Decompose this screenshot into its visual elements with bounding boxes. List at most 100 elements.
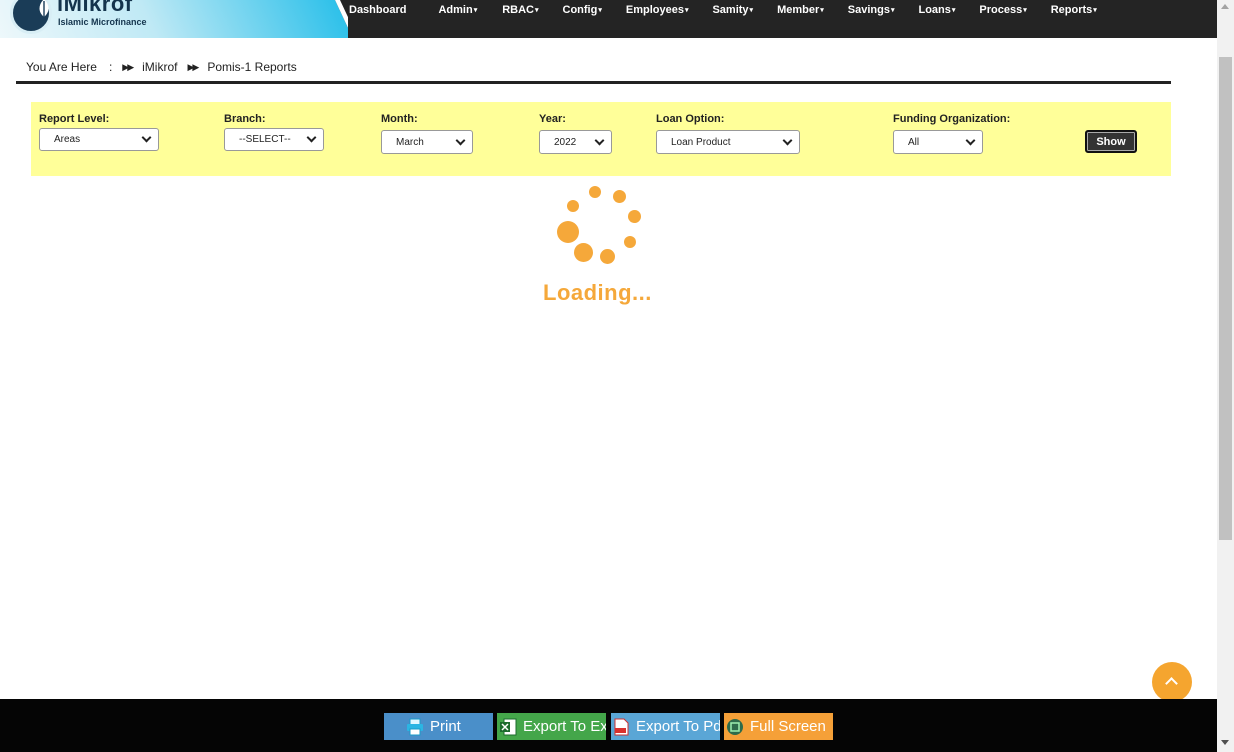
spinner-dot [624, 236, 636, 248]
nav-item-employees[interactable]: Employees▾ [626, 0, 689, 22]
caret-down-icon: ▾ [684, 7, 689, 14]
branch-select[interactable]: --SELECT-- [224, 128, 324, 151]
year-label: Year: [539, 113, 566, 125]
funding-org-select[interactable]: All [893, 130, 983, 154]
loan-option-value: Loan Product [671, 136, 731, 148]
caret-down-icon: ▾ [473, 7, 478, 14]
report-level-value: Areas [54, 134, 81, 145]
caret-down-icon: ▾ [951, 7, 956, 14]
report-level-select[interactable]: Areas [39, 128, 159, 151]
caret-down-icon: ▾ [749, 7, 754, 14]
nav-item-samity[interactable]: Samity▾ [712, 0, 753, 22]
filter-branch: Branch: --SELECT-- [224, 113, 324, 151]
filter-report-level: Report Level: Areas [39, 113, 159, 151]
show-button[interactable]: Show [1085, 130, 1137, 153]
top-navbar: iMikrof Islamic Microfinance Dashboard Ad… [0, 0, 1217, 38]
spinner-dot [613, 190, 626, 203]
filter-funding-org: Funding Organization: All [893, 113, 1010, 154]
month-value: March [396, 136, 424, 148]
chevron-down-icon [455, 135, 466, 145]
fullscreen-label: Full Screen [750, 718, 826, 735]
spinner-dot [567, 200, 579, 212]
spinner-dot [628, 210, 641, 223]
branch-label: Branch: [224, 113, 266, 125]
breadcrumb-item-home[interactable]: iMikrof [142, 60, 177, 74]
nav-item-label: Config [562, 4, 598, 16]
loading-spinner [550, 180, 650, 270]
filter-month: Month: March [381, 113, 473, 154]
nav-item-admin[interactable]: Admin▾ [438, 0, 477, 22]
export-pdf-label: Export To Pdf [636, 718, 720, 735]
breadcrumb-divider [16, 81, 1171, 84]
report-level-label: Report Level: [39, 113, 110, 125]
nav-item-label: Reports [1050, 4, 1093, 16]
loan-option-select[interactable]: Loan Product [656, 130, 800, 154]
print-label: Print [430, 718, 461, 735]
scroll-down-icon[interactable] [1221, 740, 1229, 745]
breadcrumb-item-current: Pomis-1 Reports [207, 60, 297, 74]
nav-item-reports[interactable]: Reports▾ [1051, 0, 1097, 22]
nav-item-config[interactable]: Config▾ [563, 0, 602, 22]
loading-text: Loading... [543, 280, 652, 305]
nav-item-rbac[interactable]: RBAC▾ [502, 0, 538, 22]
excel-icon [500, 718, 517, 735]
caret-down-icon: ▾ [890, 7, 895, 14]
filter-year: Year: 2022 [539, 113, 612, 154]
chevron-down-icon [141, 132, 152, 143]
nav-item-label: Samity [712, 4, 749, 16]
nav-item-label: RBAC [502, 4, 534, 16]
filter-loan-option: Loan Option: Loan Product [656, 113, 800, 154]
bottom-action-bar: Print Export To Excel Export To Pdf Full… [0, 699, 1217, 752]
back-to-top-button[interactable] [1152, 662, 1192, 702]
main-nav: Dashboard Admin▾ RBAC▾ Config▾ Employees▾ Sam… [340, 0, 1097, 22]
printer-icon [407, 718, 423, 735]
nav-item-member[interactable]: Member▾ [777, 0, 824, 22]
caret-down-icon: ▾ [598, 7, 602, 14]
chevron-down-icon [306, 132, 317, 143]
caret-down-icon: ▾ [1093, 7, 1097, 14]
nav-item-label: Savings [847, 4, 890, 16]
spinner-dot [574, 243, 593, 262]
export-excel-button[interactable]: Export To Excel [497, 713, 606, 740]
nav-item-label: Process [979, 4, 1023, 16]
brand-title: iMikrof [57, 0, 133, 16]
fullscreen-icon [727, 718, 743, 735]
funding-org-label: Funding Organization: [893, 113, 1011, 125]
export-excel-label: Export To Excel [523, 718, 606, 735]
print-button[interactable]: Print [384, 713, 493, 740]
nav-item-label: Admin [438, 4, 473, 16]
leaf-logo-icon [39, 0, 49, 17]
scroll-up-icon[interactable] [1221, 4, 1229, 9]
nav-item-loans[interactable]: Loans▾ [918, 0, 955, 22]
spinner-dot [600, 249, 615, 264]
breadcrumb: You Are Here : ▶▶ iMikrof ▶▶ Pomis-1 Rep… [26, 60, 297, 74]
chevron-down-icon [782, 135, 793, 145]
double-chevron-right-icon: ▶▶ [187, 61, 199, 72]
nav-item-savings[interactable]: Savings▾ [848, 0, 895, 22]
report-filter-panel: Report Level: Areas Branch: --SELECT-- M… [31, 102, 1171, 176]
nav-item-label: Member [777, 4, 820, 16]
nav-item-label: Loans [918, 4, 951, 16]
fullscreen-button[interactable]: Full Screen [724, 713, 833, 740]
brand-logo[interactable]: iMikrof Islamic Microfinance [0, 0, 348, 38]
spinner-dot [557, 221, 579, 243]
export-pdf-button[interactable]: Export To Pdf [611, 713, 720, 740]
month-select[interactable]: March [381, 130, 473, 154]
chevron-down-icon [594, 135, 605, 145]
scroll-thumb[interactable] [1219, 57, 1232, 540]
loan-option-label: Loan Option: [656, 113, 725, 125]
nav-item-process[interactable]: Process▾ [979, 0, 1026, 22]
caret-down-icon: ▾ [535, 7, 539, 14]
nav-item-label: Dashboard [349, 4, 407, 16]
funding-org-value: All [908, 136, 920, 148]
arrow-up-icon [1165, 677, 1178, 690]
month-label: Month: [381, 113, 418, 125]
vertical-scrollbar[interactable] [1217, 0, 1234, 752]
nav-item-dashboard[interactable]: Dashboard [349, 0, 406, 22]
year-select[interactable]: 2022 [539, 130, 612, 154]
pdf-icon [614, 718, 629, 735]
caret-down-icon: ▾ [1023, 7, 1027, 14]
breadcrumb-prefix: You Are Here [26, 60, 97, 74]
year-value: 2022 [554, 136, 577, 148]
branch-value: --SELECT-- [239, 134, 291, 145]
